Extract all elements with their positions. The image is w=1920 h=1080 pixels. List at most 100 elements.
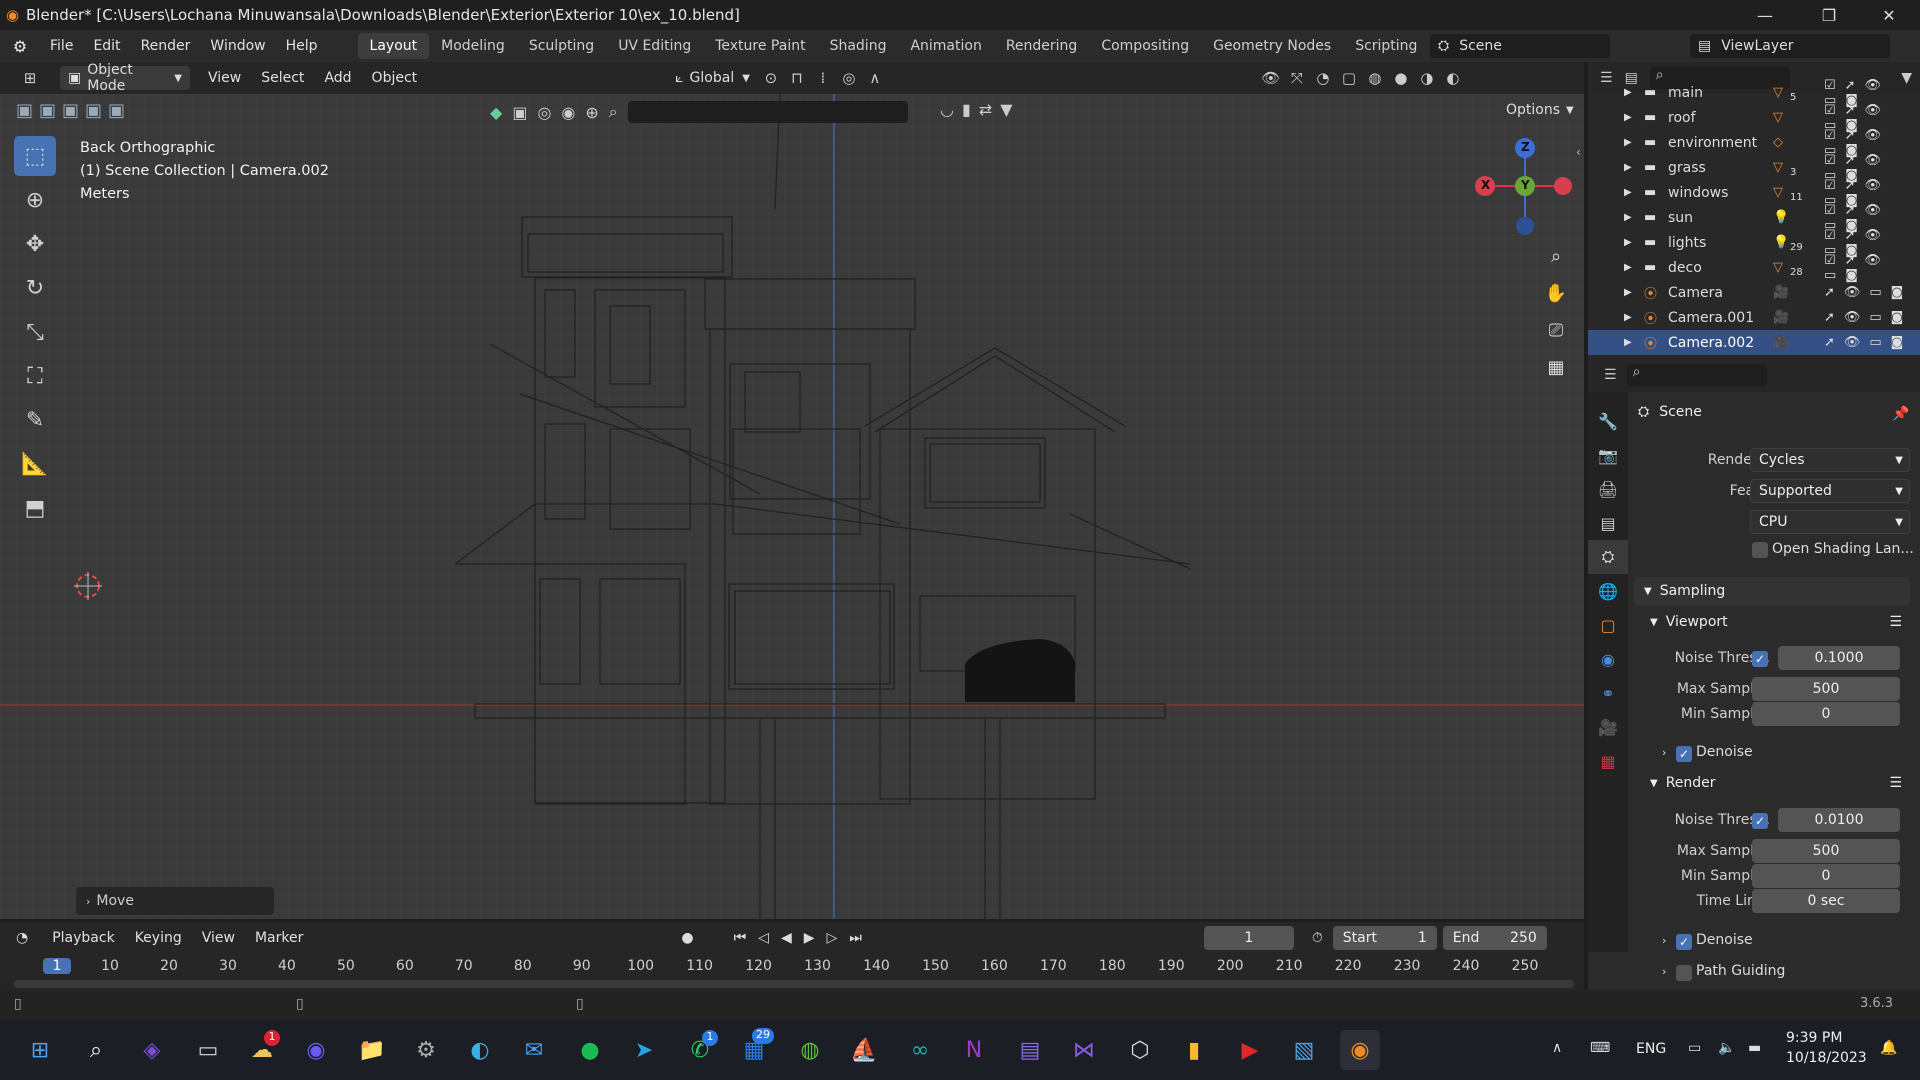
gizmo-z-negative[interactable]: [1516, 217, 1534, 235]
viewport-subpanel-header[interactable]: ▼ Viewport ☰: [1650, 609, 1910, 635]
chevron-right-icon[interactable]: ›: [1662, 746, 1666, 759]
zoom-icon[interactable]: ⌕: [1540, 240, 1572, 272]
overlay-toggle-icon[interactable]: ◔: [1310, 66, 1336, 90]
filter-icon[interactable]: ▼: [1000, 100, 1012, 124]
presets-icon[interactable]: ☰: [1889, 614, 1902, 630]
navigation-gizmo[interactable]: Z X Y: [1470, 130, 1580, 240]
clipchamp-icon[interactable]: ▤: [1010, 1030, 1050, 1070]
feature-set-dropdown[interactable]: Supported ▼: [1750, 479, 1910, 503]
timeline-ruler[interactable]: 1 10 20 30 40 50 60 70 80 90 100 110 120 130 140 150 160…: [0, 954, 1584, 976]
osl-checkbox[interactable]: [1752, 542, 1768, 558]
sync-icon[interactable]: ⇄: [979, 100, 992, 124]
tab-modeling[interactable]: Modeling: [429, 33, 517, 59]
transform-tool[interactable]: ⛶: [14, 356, 56, 396]
scene-selector[interactable]: ⛭ Scene: [1430, 34, 1610, 58]
tab-texture-paint[interactable]: Texture Paint: [703, 33, 817, 59]
outliner-row[interactable]: ▶ ▬ main ▽ 5 ☑➚👁▭◙: [1588, 78, 1920, 108]
visibility-icon[interactable]: 👁: [1258, 66, 1284, 90]
viewport-canvas[interactable]: [0, 94, 1584, 919]
physics-tab-icon[interactable]: ◉: [1588, 642, 1628, 676]
onenote-icon[interactable]: N: [954, 1030, 994, 1070]
tab-sculpting[interactable]: Sculpting: [517, 33, 606, 59]
camera-view-icon[interactable]: ⎚: [1540, 314, 1572, 346]
data-tab-icon[interactable]: 🎥: [1588, 710, 1628, 744]
object-tab-icon[interactable]: ▢: [1588, 608, 1628, 642]
view-layer-tab-icon[interactable]: ▤: [1588, 506, 1628, 540]
notification-icon[interactable]: 🔔: [1880, 1040, 1897, 1056]
spotify-icon[interactable]: ●: [570, 1030, 610, 1070]
timeline-menu-view[interactable]: View: [192, 922, 245, 954]
task-view-icon[interactable]: ▭: [188, 1030, 228, 1070]
blender-taskbar-icon[interactable]: ◉: [1340, 1030, 1380, 1070]
expand-icon[interactable]: ▶: [1624, 237, 1632, 248]
camera-filter-icon[interactable]: ◉: [561, 103, 575, 122]
timeline-menu-marker[interactable]: Marker: [245, 922, 313, 954]
gizmo-toggle-icon[interactable]: ⤧: [1284, 66, 1310, 90]
viewport-denoise-checkbox[interactable]: ✓: [1676, 746, 1692, 762]
viewlayer-selector[interactable]: ▤ ViewLayer: [1690, 34, 1890, 58]
render-max-samples-field[interactable]: 500: [1752, 839, 1900, 863]
selection-mode-bar[interactable]: ▣▣▣▣▣: [16, 100, 176, 130]
grid-view-icon[interactable]: ▦: [1540, 351, 1572, 383]
expand-icon[interactable]: ▶: [1624, 312, 1632, 323]
add-cube-tool[interactable]: ⬒: [14, 488, 56, 528]
transform-orientation[interactable]: ⟀ Global ▼: [667, 66, 758, 90]
outliner-row[interactable]: ▶ ▬ grass ▽ 3 ☑➚👁▭◙: [1588, 153, 1920, 183]
properties-search-field[interactable]: ⌕: [1626, 364, 1767, 386]
last-operator-panel[interactable]: › Move: [76, 887, 274, 915]
3d-viewport[interactable]: [0, 94, 1584, 919]
snap-icon[interactable]: ⊓: [784, 66, 810, 90]
network-icon[interactable]: ▭: [1688, 1040, 1701, 1056]
tab-shading[interactable]: Shading: [818, 33, 899, 59]
current-frame-field[interactable]: 1: [1203, 926, 1294, 950]
search-icon[interactable]: ⌕: [76, 1030, 116, 1070]
render-min-samples-field[interactable]: 0: [1752, 864, 1900, 888]
render-noise-field[interactable]: 0.0100: [1778, 808, 1900, 832]
select-box-tool[interactable]: ⬚: [14, 136, 56, 176]
viewport-menu-object[interactable]: Object: [362, 62, 428, 94]
search-icon[interactable]: ⌕: [609, 102, 618, 122]
timeline-editor-icon[interactable]: ◔: [16, 930, 28, 946]
pivot-icon[interactable]: ⊙: [758, 66, 784, 90]
presets-icon[interactable]: ☰: [1889, 775, 1902, 791]
proportional-edit-icon[interactable]: ◎: [836, 66, 862, 90]
notes-icon[interactable]: ▮: [1174, 1030, 1214, 1070]
wireframe-shading-icon[interactable]: ◍: [1362, 66, 1388, 90]
properties-editor-icon[interactable]: ☰: [1604, 367, 1617, 383]
close-button[interactable]: ✕: [1866, 0, 1912, 30]
playback-controls[interactable]: ⏮◁◀▶▷⏭: [734, 930, 874, 946]
menu-edit[interactable]: Edit: [83, 30, 130, 62]
expand-icon[interactable]: ▶: [1624, 162, 1632, 173]
visibility-toggles[interactable]: ➚👁▭◙: [1824, 335, 1912, 350]
options-button[interactable]: Options ▼: [1498, 98, 1574, 122]
render-denoise-checkbox[interactable]: ✓: [1676, 934, 1692, 950]
show-hidden-icons[interactable]: ∧: [1552, 1040, 1562, 1056]
file-explorer-icon[interactable]: 📁: [352, 1030, 392, 1070]
outliner-row[interactable]: ▶ ⦿ Camera.002 🎥 ➚👁▭◙: [1588, 330, 1920, 355]
empty-filter-icon[interactable]: ⊕: [585, 103, 598, 122]
cursor-tool[interactable]: ⊕: [14, 180, 56, 220]
render-engine-dropdown[interactable]: Cycles ▼: [1750, 448, 1910, 472]
rendered-shading-icon[interactable]: ◐: [1440, 66, 1466, 90]
selection-modes-icon[interactable]: ▣▣▣▣▣: [16, 100, 131, 121]
teams-icon[interactable]: ◉: [296, 1030, 336, 1070]
viewport-search-field[interactable]: [627, 101, 908, 123]
path-guiding-checkbox[interactable]: [1676, 965, 1692, 981]
edge-icon[interactable]: ◐: [460, 1030, 500, 1070]
expand-icon[interactable]: ▶: [1624, 287, 1632, 298]
viewport-max-samples-field[interactable]: 500: [1752, 677, 1900, 701]
viewport-menu-select[interactable]: Select: [251, 62, 314, 94]
expand-icon[interactable]: ▶: [1624, 187, 1632, 198]
expand-icon[interactable]: ▶: [1624, 87, 1632, 98]
expand-icon[interactable]: ▶: [1624, 212, 1632, 223]
output-tab-icon[interactable]: 🖨: [1588, 472, 1628, 506]
outliner-row[interactable]: ▶ ▬ environment ◇ ☑➚👁▭◙: [1588, 128, 1920, 158]
chevron-right-icon[interactable]: ›: [1662, 965, 1666, 978]
blender-menu-icon[interactable]: ⚙: [0, 37, 40, 56]
viewport-min-samples-field[interactable]: 0: [1752, 702, 1900, 726]
viewport-menu-add[interactable]: Add: [314, 62, 361, 94]
unity-icon[interactable]: ⬡: [1120, 1030, 1160, 1070]
tab-scripting[interactable]: Scripting: [1343, 33, 1429, 59]
mode-selector[interactable]: ▣ Object Mode ▼: [60, 62, 190, 94]
light-filter-icon[interactable]: ◎: [537, 103, 551, 122]
